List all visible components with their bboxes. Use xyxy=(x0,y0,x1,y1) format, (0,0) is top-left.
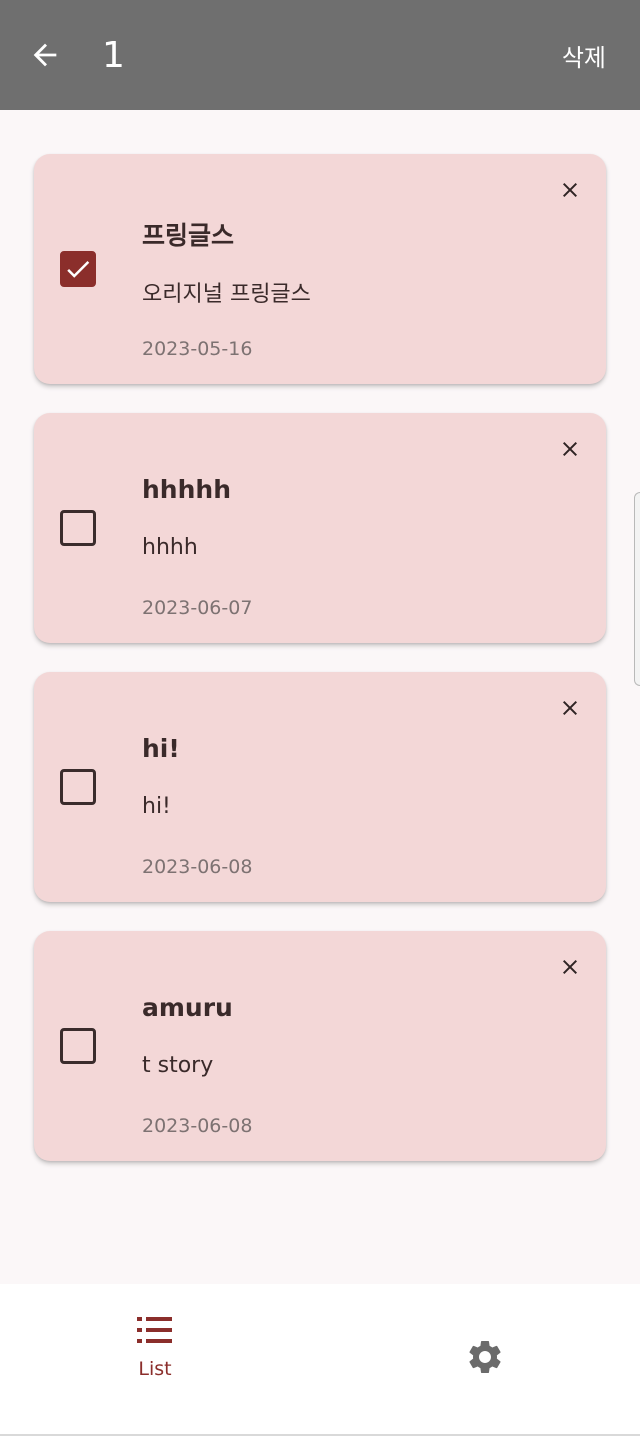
nav-item-list[interactable]: List xyxy=(110,1314,200,1398)
memo-checkbox[interactable] xyxy=(60,251,96,287)
memo-checkbox[interactable] xyxy=(60,769,96,805)
delete-memo-button[interactable] xyxy=(554,951,586,983)
back-button[interactable] xyxy=(20,30,70,80)
page-title: 1 xyxy=(102,34,125,76)
delete-memo-button[interactable] xyxy=(554,433,586,465)
memo-date: 2023-06-07 xyxy=(142,597,253,619)
memo-body: t story xyxy=(142,1053,214,1078)
memo-title: hi! xyxy=(142,734,180,763)
delete-memo-button[interactable] xyxy=(554,174,586,206)
arrow-back-icon xyxy=(33,43,57,67)
memo-date: 2023-05-16 xyxy=(142,338,253,360)
scroll-handle[interactable] xyxy=(634,492,640,686)
memo-date: 2023-06-08 xyxy=(142,1115,253,1137)
memo-title: amuru xyxy=(142,993,233,1022)
app-root: 1 삭제 프링글스 오리지널 프링글스 2023-05-16 hhhhh hhh… xyxy=(0,0,640,1436)
close-icon xyxy=(563,442,577,456)
memo-checkbox[interactable] xyxy=(60,1028,96,1064)
delete-memo-button[interactable] xyxy=(554,692,586,724)
gear-icon xyxy=(469,1341,501,1373)
delete-button[interactable]: 삭제 xyxy=(562,30,606,80)
nav-item-list-label: List xyxy=(138,1358,172,1380)
nav-item-settings[interactable] xyxy=(460,1332,510,1382)
check-icon xyxy=(67,260,90,278)
memo-card[interactable]: hi! hi! 2023-06-08 xyxy=(34,672,606,902)
bottom-navigation: List xyxy=(0,1284,640,1436)
close-icon xyxy=(563,183,577,197)
memo-body: hhhh xyxy=(142,535,198,560)
memo-body: 오리지널 프링글스 xyxy=(142,282,311,307)
memo-body: hi! xyxy=(142,794,171,819)
list-icon xyxy=(137,1317,172,1343)
memo-date: 2023-06-08 xyxy=(142,856,253,878)
memo-card[interactable]: 프링글스 오리지널 프링글스 2023-05-16 xyxy=(34,154,606,384)
memo-title: hhhhh xyxy=(142,475,231,504)
memo-list: 프링글스 오리지널 프링글스 2023-05-16 hhhhh hhhh 202… xyxy=(34,154,606,1190)
memo-title: 프링글스 xyxy=(142,221,235,250)
memo-card[interactable]: amuru t story 2023-06-08 xyxy=(34,931,606,1161)
close-icon xyxy=(563,701,577,715)
top-app-bar: 1 삭제 xyxy=(0,0,640,110)
memo-checkbox[interactable] xyxy=(60,510,96,546)
close-icon xyxy=(563,960,577,974)
memo-card[interactable]: hhhhh hhhh 2023-06-07 xyxy=(34,413,606,643)
